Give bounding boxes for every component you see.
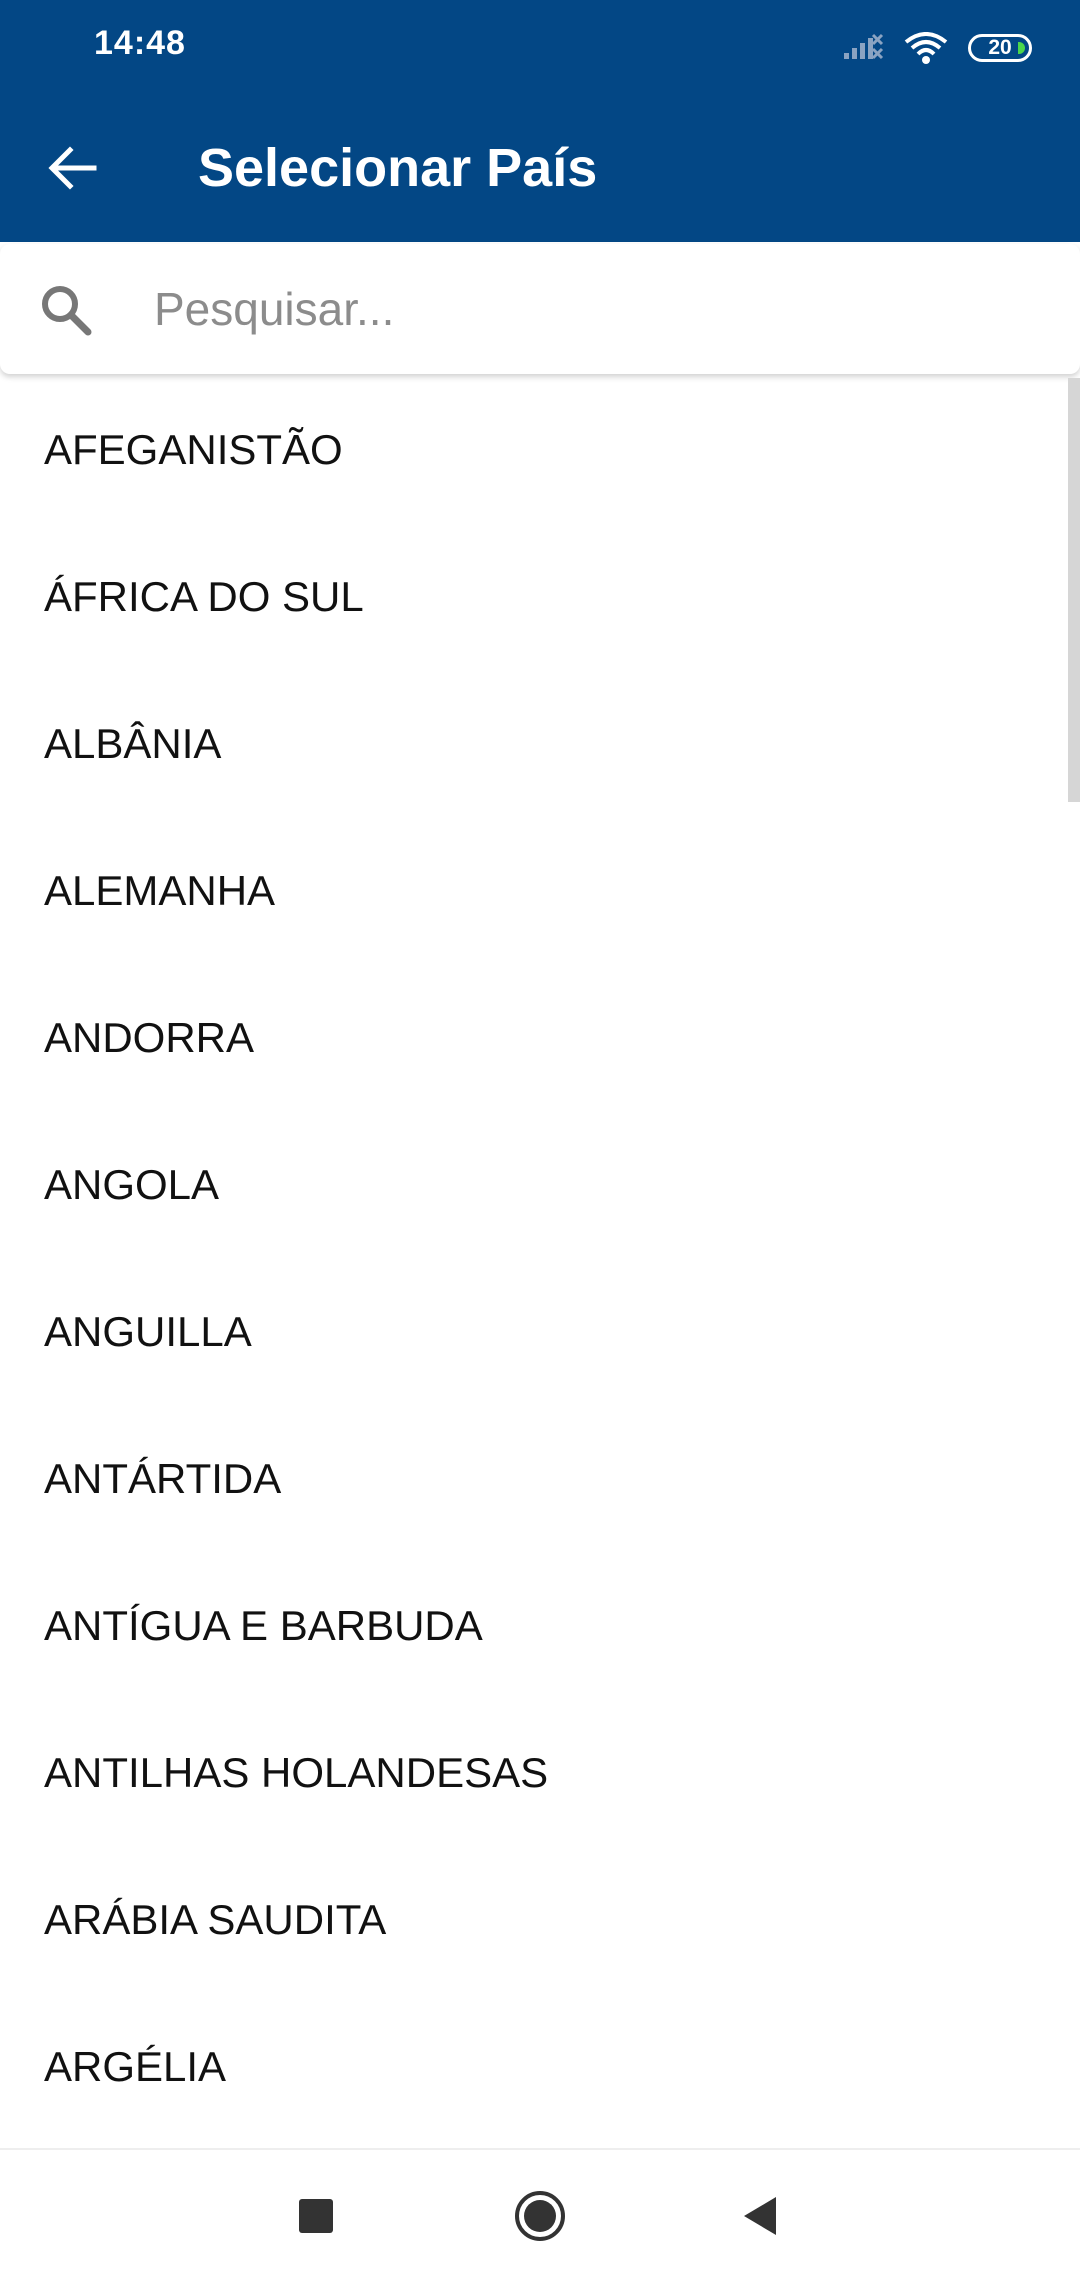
home-circle-icon: [515, 2191, 565, 2241]
country-name: AFEGANISTÃO: [44, 425, 343, 473]
recents-button[interactable]: [284, 2184, 348, 2248]
battery-icon: 20: [968, 34, 1032, 62]
arrow-back-icon: [48, 146, 97, 190]
country-list-item[interactable]: ÁFRICA DO SUL: [0, 523, 1080, 670]
search-input[interactable]: [154, 268, 1034, 350]
back-button[interactable]: [36, 132, 108, 204]
country-name: ÁFRICA DO SUL: [44, 572, 364, 620]
country-name: ANDORRA: [44, 1013, 255, 1061]
country-name: ANTÍGUA E BARBUDA: [44, 1601, 483, 1649]
app-bar: Selecionar País: [0, 96, 1080, 242]
status-bar: 14:48 20: [0, 0, 1080, 96]
country-list-item[interactable]: ANGOLA: [0, 1111, 1080, 1258]
country-list-item[interactable]: ANTILHAS HOLANDESAS: [0, 1699, 1080, 1846]
scrollbar[interactable]: [1068, 378, 1080, 802]
search-icon: [42, 286, 92, 336]
select-country-screen: 14:48 20 Selecionar País Pesquisar... AF…: [0, 0, 1080, 2280]
country-list-item[interactable]: ARGÉLIA: [0, 1993, 1080, 2140]
country-list-item[interactable]: ANTÁRTIDA: [0, 1405, 1080, 1552]
country-list-item[interactable]: ALEMANHA: [0, 817, 1080, 964]
country-list-item[interactable]: ANDORRA: [0, 964, 1080, 1111]
country-name: ANGUILLA: [44, 1307, 252, 1355]
page-title: Selecionar País: [198, 138, 598, 198]
country-list-item[interactable]: ANTÍGUA E BARBUDA: [0, 1552, 1080, 1699]
country-list: AFEGANISTÃO ÁFRICA DO SUL ALBÂNIA ALEMANHA A…: [0, 376, 1080, 2148]
country-name: ANTILHAS HOLANDESAS: [44, 1748, 549, 1796]
status-icons: 20: [842, 26, 1032, 70]
country-name: ALEMANHA: [44, 866, 276, 914]
nav-back-button[interactable]: [728, 2184, 792, 2248]
home-button[interactable]: [508, 2184, 572, 2248]
navigation-bar: [0, 2148, 1080, 2280]
battery-level: 20: [988, 36, 1012, 59]
country-name: ALBÂNIA: [44, 719, 222, 767]
country-list-item[interactable]: ARÁBIA SAUDITA: [0, 1846, 1080, 1993]
country-list-item[interactable]: AFEGANISTÃO: [0, 376, 1080, 523]
status-time: 14:48: [94, 24, 186, 62]
wifi-icon: [904, 32, 948, 64]
country-list-item[interactable]: ALBÂNIA: [0, 670, 1080, 817]
signal-off-icon: [842, 33, 884, 63]
country-name: ARGÉLIA: [44, 2042, 227, 2090]
search-bar: [0, 244, 1080, 374]
back-triangle-icon: [744, 2197, 776, 2235]
country-name: ANGOLA: [44, 1160, 220, 1208]
recents-square-icon: [299, 2199, 333, 2233]
battery-charge-indicator: [1018, 42, 1025, 54]
country-name: ANTÁRTIDA: [44, 1454, 282, 1502]
country-list-item[interactable]: ANGUILLA: [0, 1258, 1080, 1405]
country-name: ARÁBIA SAUDITA: [44, 1895, 387, 1943]
